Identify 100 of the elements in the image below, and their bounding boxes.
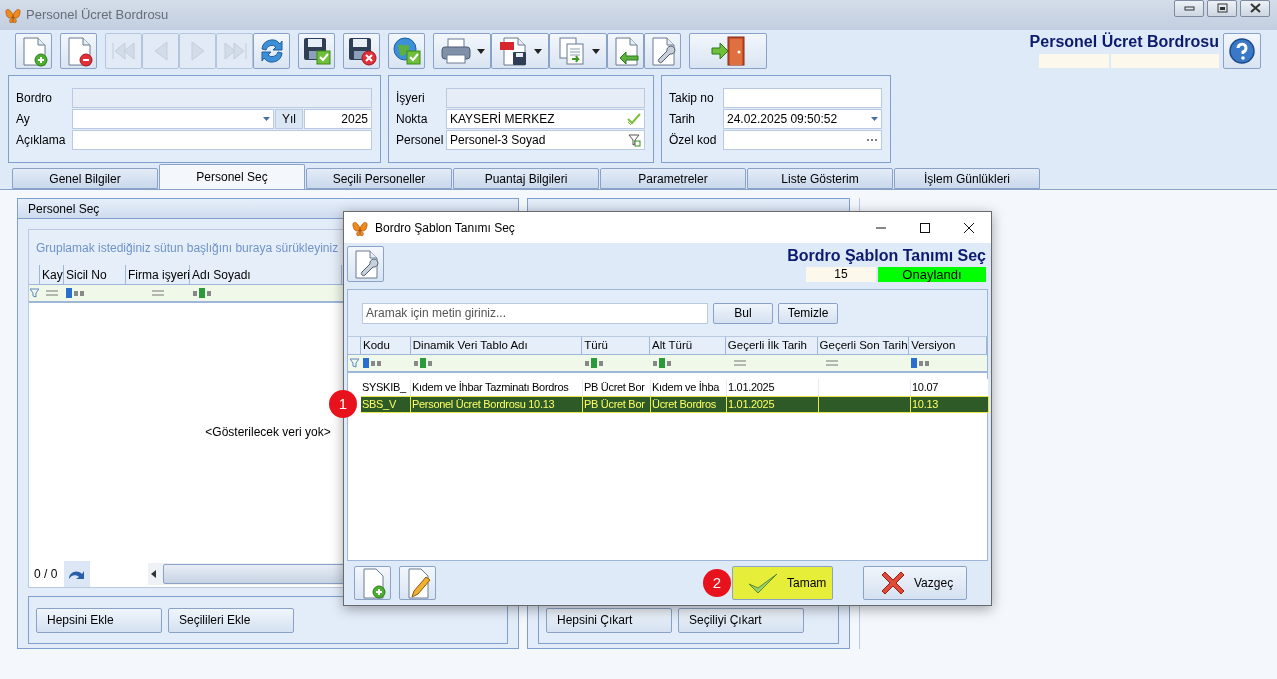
lookup-field[interactable] <box>723 130 882 150</box>
column-header[interactable]: Alt Türü <box>650 337 726 354</box>
tab[interactable]: Seçili Personeller <box>306 168 452 189</box>
cross-icon <box>880 570 906 596</box>
toolbar-button[interactable] <box>388 33 425 69</box>
help-button[interactable] <box>1223 33 1261 69</box>
column-header[interactable]: Geçerli Son Tarih <box>817 337 910 354</box>
lookup-icon <box>627 133 641 147</box>
table-cell: Ücret Bordros <box>651 396 727 413</box>
dropdown-field[interactable]: 24.02.2025 09:50:52 <box>723 109 882 129</box>
equals-filter-icon <box>733 360 746 366</box>
globe-check-icon <box>390 35 423 67</box>
field-value: Personel-3 Soyad <box>450 132 546 149</box>
tab[interactable]: Genel Bilgiler <box>12 168 158 189</box>
record-number-box <box>1039 54 1109 68</box>
column-header[interactable]: Dinamik Veri Tablo Adı <box>410 337 583 354</box>
restore-button[interactable] <box>1207 0 1237 17</box>
toolbar-button[interactable] <box>253 33 290 69</box>
redo-button[interactable] <box>64 561 90 587</box>
scroll-left-icon <box>151 570 156 578</box>
toolbar-button[interactable] <box>689 33 767 69</box>
tab[interactable]: Parametreler <box>600 168 746 189</box>
edit-button[interactable] <box>399 566 436 600</box>
table-row[interactable]: SBS_V Personel Ücret Bordrosu 10.13 PB Ücret Bor Ücret Bordros 1.01.2025 10.13 <box>361 396 989 413</box>
dropdown-caret-icon <box>534 48 542 54</box>
filter-icon <box>30 288 39 298</box>
callout-marker: 1 <box>329 390 357 418</box>
dropdown-caret-icon <box>592 48 600 54</box>
column-header[interactable]: Firma işyeri <box>126 265 190 284</box>
tab[interactable]: Liste Gösterim <box>747 168 893 189</box>
text-filter-icon <box>66 288 86 298</box>
toolbar-button[interactable] <box>60 33 97 69</box>
table-cell: 1.01.2025 <box>727 396 819 413</box>
dropdown-field[interactable] <box>72 109 274 129</box>
text-filter-icon <box>911 358 932 368</box>
lookup-field[interactable]: KAYSERİ MERKEZ <box>446 109 645 129</box>
contains-filter-icon <box>652 358 673 368</box>
form-title: Personel Ücret Bordrosu <box>1029 32 1219 52</box>
toolbar-button[interactable] <box>298 33 335 69</box>
table-cell: Personel Ücret Bordrosu 10.13 <box>411 396 583 413</box>
action-button[interactable]: Seçiliyi Çıkart <box>678 607 804 633</box>
help-icon <box>1228 37 1256 65</box>
group-hint: Gruplamak istediğiniz sütun başlığını buraya sürükleyiniz <box>36 239 339 257</box>
contains-filter-icon <box>192 288 212 298</box>
tab[interactable]: Personel Seç <box>159 164 305 189</box>
field-label: Yıl <box>275 109 303 129</box>
dialog-title: Bordro Şablon Tanımı Seç <box>375 219 515 237</box>
column-header[interactable]: Geçerli İlk Tarih <box>725 337 818 354</box>
tab[interactable]: İşlem Günlükleri <box>894 168 1040 189</box>
column-header[interactable]: Kay <box>40 265 64 284</box>
action-button[interactable]: Seçilileri Ekle <box>168 607 294 633</box>
column-header[interactable]: Adı Soyadı <box>190 265 342 284</box>
callout-marker: 2 <box>703 569 731 597</box>
dialog-button[interactable]: Vazgeç <box>863 566 967 600</box>
field-label: Tarih <box>669 111 696 128</box>
column-header[interactable]: Versiyon <box>909 337 987 354</box>
column-header[interactable]: Sicil No <box>64 265 126 284</box>
field-label: Ay <box>16 111 31 128</box>
input-field[interactable] <box>72 130 372 150</box>
search-button[interactable]: Bul <box>713 302 773 324</box>
dropdown-caret-icon <box>871 117 878 121</box>
search-field[interactable]: Aramak için metin giriniz... <box>362 302 708 324</box>
field-label: İşyeri <box>396 90 426 107</box>
input-field[interactable] <box>723 88 882 108</box>
field-label: Açıklama <box>16 132 67 149</box>
printer-icon <box>439 36 473 66</box>
search-button[interactable]: Temizle <box>778 302 838 324</box>
ellipsis-icon <box>866 138 878 142</box>
lookup-field[interactable]: Personel-3 Soyad <box>446 130 645 150</box>
table-cell: 10.07 <box>911 379 989 396</box>
field-label: Bordro <box>16 90 54 107</box>
column-header[interactable]: Kodu <box>360 337 411 354</box>
table-row[interactable]: SYSKIB_ Kıdem ve İhbar Tazminatı Bordros PB Ücret Bor Kıdem ve İhba 1.01.2025 10.07 <box>361 379 989 396</box>
action-button[interactable]: Hepsini Çıkart <box>546 607 672 633</box>
check-icon <box>627 113 641 125</box>
field-label: Personel <box>396 132 445 149</box>
close-button[interactable] <box>1240 0 1270 17</box>
butterfly-icon <box>351 219 369 236</box>
toolbar-button[interactable] <box>433 33 491 69</box>
table-cell: SYSKIB_ <box>361 379 411 396</box>
toolbar-button[interactable] <box>343 33 380 69</box>
status-badge: Onaylandı <box>878 267 986 282</box>
tab[interactable]: Puantaj Bilgileri <box>453 168 599 189</box>
action-button[interactable]: Hepsini Ekle <box>36 607 162 633</box>
column-header[interactable]: Türü <box>582 337 651 354</box>
table-cell: PB Ücret Bor <box>583 379 651 396</box>
dialog-button[interactable]: Tamam <box>732 566 833 600</box>
settings-button[interactable] <box>347 246 384 282</box>
add-button[interactable] <box>354 566 391 600</box>
equals-filter-icon <box>152 290 164 296</box>
dropdown-caret-icon <box>263 117 270 121</box>
toolbar-button[interactable] <box>491 33 549 69</box>
contains-filter-icon <box>412 358 433 368</box>
restore-icon <box>1214 2 1230 14</box>
dialog-heading: Bordro Şablon Tanımı Seç <box>787 246 986 266</box>
field-label: Nokta <box>396 111 429 128</box>
field-value: 24.02.2025 09:50:52 <box>727 111 838 128</box>
equals-filter-icon <box>825 360 838 366</box>
input-field[interactable]: 2025 <box>304 109 372 129</box>
dropdown-caret-icon <box>477 48 485 54</box>
